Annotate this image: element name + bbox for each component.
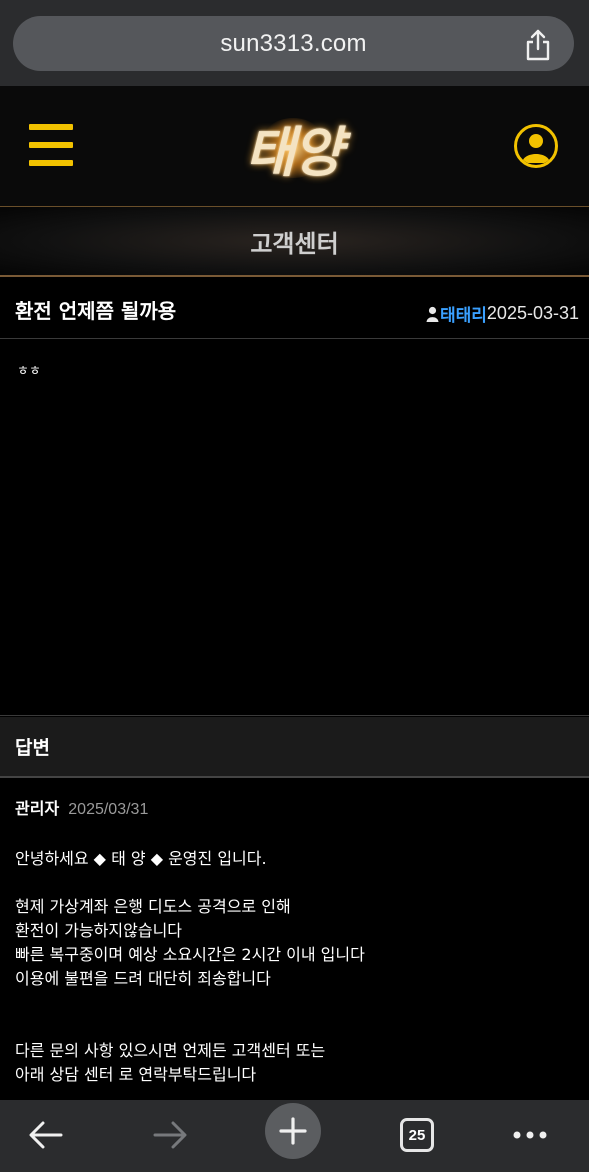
- reply-line: 이용에 불편을 드려 대단히 죄송합니다: [15, 969, 271, 988]
- reply-line: 현제 가상계좌 은행 디도스 공격으로 인해: [15, 897, 291, 916]
- person-icon: [426, 306, 439, 322]
- post-content: ㅎㅎ: [17, 364, 41, 379]
- post-date: 2025-03-31: [486, 303, 579, 323]
- page-title: 고객센터: [250, 229, 339, 258]
- reply-line: 아래 상담 센터 로 연락부탁드립니다: [15, 1065, 257, 1084]
- back-button[interactable]: [18, 1110, 74, 1160]
- answer-heading: 답변: [15, 737, 50, 759]
- reply-line: 다른 문의 사항 있으시면 언제든 고객센터 또는: [15, 1041, 326, 1060]
- post-header: 환전 언제쯤 될까용 태태리 2025-03-31: [0, 279, 589, 339]
- browser-toolbar: 25: [0, 1100, 589, 1172]
- new-tab-button[interactable]: [265, 1103, 321, 1159]
- post-author: 태태리: [440, 306, 487, 326]
- site-logo[interactable]: 태양: [196, 100, 390, 194]
- reply-header: 관리자 2025/03/31: [15, 795, 580, 819]
- plus-icon: [279, 1117, 307, 1145]
- post-body: ㅎㅎ: [0, 340, 589, 716]
- section-title-bar: 고객센터: [0, 207, 589, 277]
- reply-author: 관리자: [15, 799, 60, 818]
- more-icon: [513, 1131, 547, 1139]
- site-header: 태양: [0, 86, 589, 207]
- reply-line: [15, 991, 580, 1015]
- reply-line: [15, 1015, 580, 1039]
- answer-header: 답변: [0, 717, 589, 778]
- reply-line: 빠른 복구중이며 예상 소요시간은 2시간 이내 입니다: [15, 945, 365, 964]
- more-button[interactable]: [502, 1110, 558, 1160]
- post-title: 환전 언제쯤 될까용: [15, 299, 177, 323]
- reply-line: 안녕하세요 ◆ 태 양 ◆ 운영진 입니다.: [15, 849, 267, 868]
- url-text[interactable]: sun3313.com: [220, 30, 366, 58]
- share-icon[interactable]: [524, 29, 552, 61]
- user-icon[interactable]: [514, 124, 558, 168]
- address-bar[interactable]: sun3313.com: [13, 16, 574, 71]
- hamburger-menu-icon[interactable]: [29, 124, 73, 166]
- reply-date: 2025/03/31: [68, 801, 149, 818]
- post-meta: 태태리 2025-03-31: [426, 301, 579, 326]
- tabs-icon: 25: [400, 1118, 434, 1152]
- tabs-button[interactable]: 25: [389, 1110, 445, 1160]
- forward-button[interactable]: [142, 1110, 198, 1160]
- back-arrow-icon: [29, 1121, 63, 1149]
- forward-arrow-icon: [153, 1121, 187, 1149]
- logo-text: 태양: [245, 119, 342, 184]
- browser-address-area: sun3313.com: [0, 0, 589, 86]
- reply-line: 환전이 가능하지않습니다: [15, 921, 183, 940]
- answer-reply: 관리자 2025/03/31 안녕하세요 ◆ 태 양 ◆ 운영진 입니다. 현제…: [15, 795, 580, 1087]
- reply-line: [15, 871, 580, 895]
